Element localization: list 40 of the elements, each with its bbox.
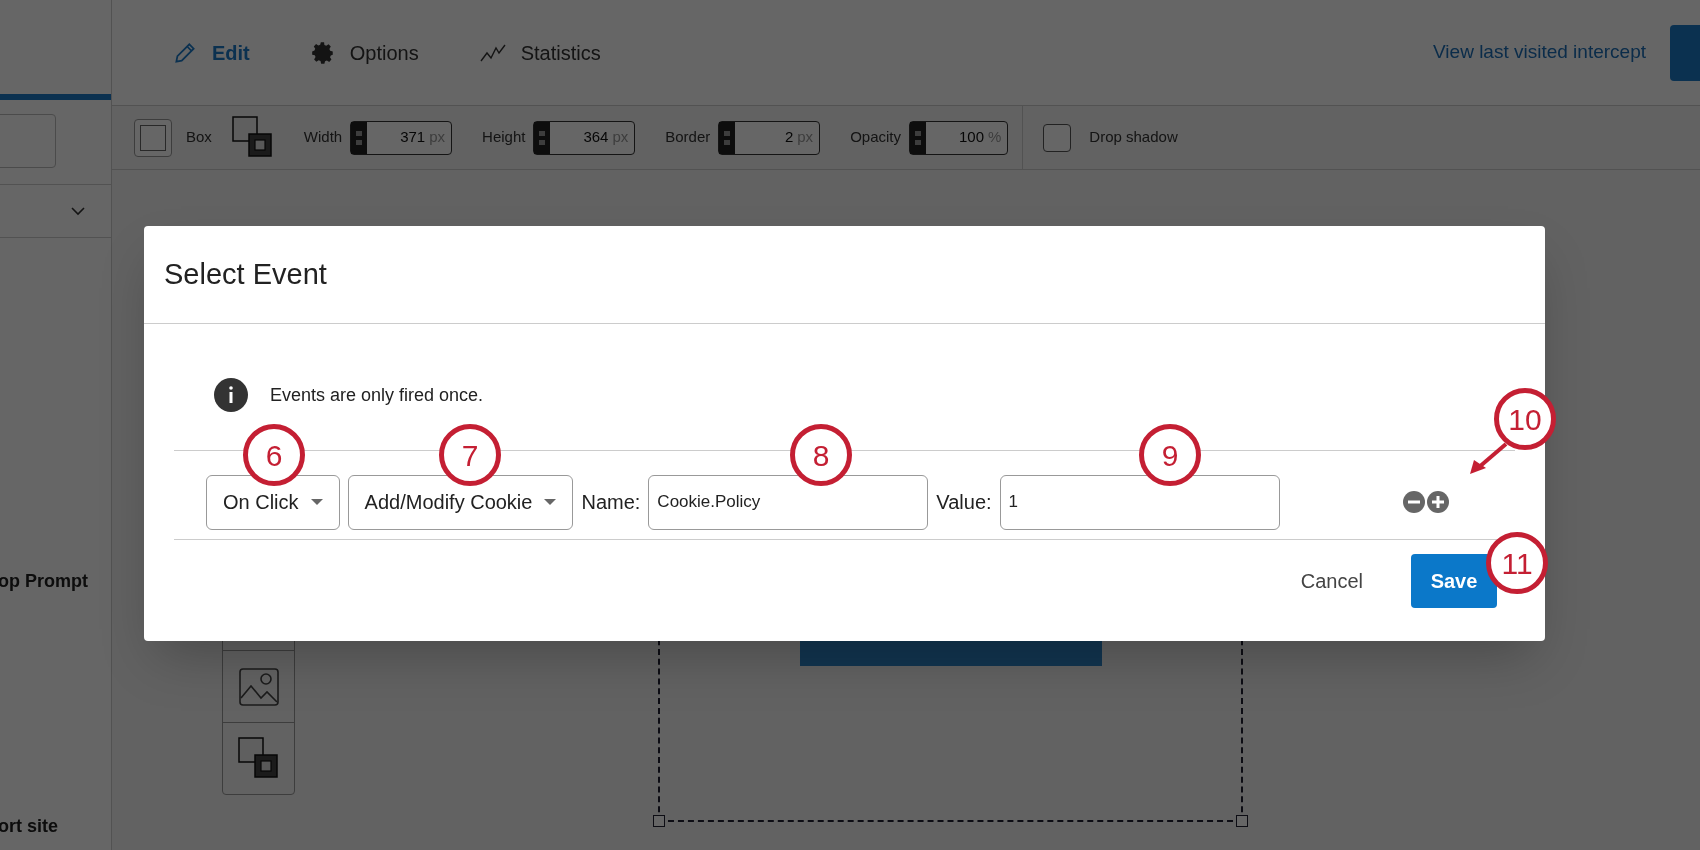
info-icon bbox=[214, 378, 248, 412]
shape-label: Box bbox=[186, 127, 212, 148]
resize-handle[interactable] bbox=[653, 815, 665, 827]
input-field[interactable] bbox=[0, 114, 56, 168]
name-input-field[interactable]: Cookie.Policy bbox=[648, 474, 929, 530]
number-field[interactable]: 100 % bbox=[909, 120, 1009, 155]
caret-icon bbox=[544, 499, 557, 505]
remove-icon[interactable] bbox=[1402, 491, 1425, 513]
resize-handle[interactable] bbox=[1236, 815, 1248, 827]
tab[interactable]: Options bbox=[309, 37, 419, 68]
value-input-field[interactable]: 1 bbox=[999, 474, 1280, 530]
field-label: Opacity bbox=[850, 127, 901, 148]
border-style-icon[interactable] bbox=[237, 736, 280, 781]
border-style-icon[interactable] bbox=[231, 115, 274, 160]
arrow bbox=[1470, 442, 1508, 476]
checkbox[interactable] bbox=[1043, 123, 1072, 152]
stepper-icon[interactable] bbox=[351, 121, 368, 154]
settings-icon bbox=[309, 39, 336, 66]
save-button[interactable]: Save bbox=[1411, 554, 1497, 608]
stepper-icon[interactable] bbox=[534, 121, 551, 154]
field-label: Value: bbox=[936, 490, 992, 515]
box-shape-icon[interactable] bbox=[134, 118, 172, 157]
caret-icon bbox=[310, 499, 323, 505]
field-label: Height bbox=[482, 127, 526, 148]
view-intercept-link[interactable]: View last visited intercept bbox=[1433, 38, 1646, 67]
info-text: Events are only fired once. bbox=[270, 383, 484, 407]
image-icon[interactable] bbox=[238, 667, 279, 706]
stepper-icon[interactable] bbox=[910, 121, 926, 154]
field-label: Border bbox=[665, 127, 711, 148]
checkbox-label: Drop shadow bbox=[1089, 127, 1178, 148]
dialog-title: Select Event bbox=[164, 256, 327, 292]
add-icon[interactable] bbox=[1426, 491, 1449, 513]
field-label: Width bbox=[303, 127, 343, 148]
cancel-button[interactable]: Cancel bbox=[1300, 566, 1363, 596]
field-label: Name: bbox=[581, 490, 641, 515]
chevron-down-icon bbox=[71, 206, 85, 216]
primary-button[interactable] bbox=[1670, 24, 1700, 81]
tab[interactable]: Statistics bbox=[478, 37, 601, 68]
stepper-icon[interactable] bbox=[719, 121, 736, 154]
tab[interactable]: Edit bbox=[172, 37, 250, 68]
